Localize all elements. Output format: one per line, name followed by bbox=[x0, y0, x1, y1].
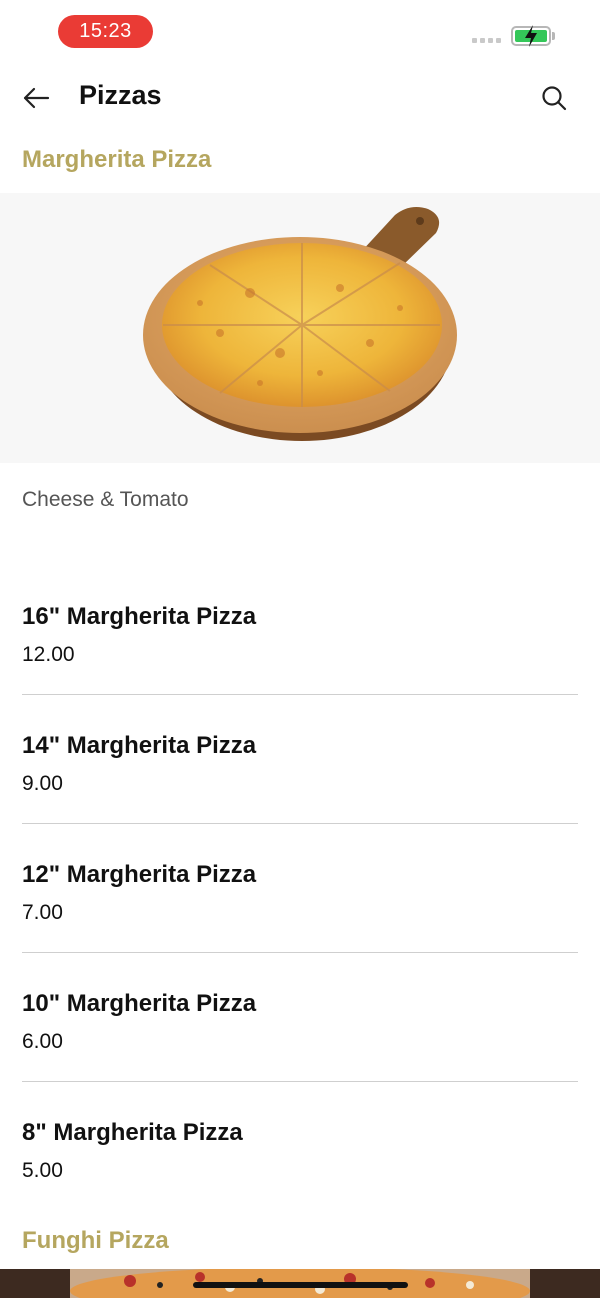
page-title: Pizzas bbox=[79, 80, 162, 110]
status-time: 15:23 bbox=[58, 15, 153, 48]
item-price: 12.00 bbox=[22, 643, 75, 666]
section-description: Cheese & Tomato bbox=[22, 488, 189, 511]
menu-item[interactable]: 10" Margherita Pizza 6.00 bbox=[22, 990, 578, 1119]
back-button[interactable] bbox=[16, 82, 56, 114]
item-price: 7.00 bbox=[22, 901, 63, 924]
menu-item[interactable]: 14" Margherita Pizza 9.00 bbox=[22, 732, 578, 861]
item-price: 6.00 bbox=[22, 1030, 63, 1053]
product-image[interactable] bbox=[0, 193, 600, 463]
menu-item[interactable]: 8" Margherita Pizza 5.00 bbox=[22, 1119, 578, 1209]
item-name: 10" Margherita Pizza bbox=[22, 990, 257, 1017]
divider bbox=[22, 694, 578, 695]
search-button[interactable] bbox=[536, 80, 572, 116]
item-name: 16" Margherita Pizza bbox=[22, 603, 257, 630]
app-bar: Pizzas bbox=[0, 62, 600, 132]
item-name: 8" Margherita Pizza bbox=[22, 1119, 243, 1146]
status-bar: 15:23 bbox=[0, 0, 600, 62]
item-price: 9.00 bbox=[22, 772, 63, 795]
section-title-margherita: Margherita Pizza bbox=[22, 146, 212, 173]
menu-item[interactable]: 12" Margherita Pizza 7.00 bbox=[22, 861, 578, 990]
battery-nub bbox=[552, 32, 555, 40]
charging-bolt-icon bbox=[525, 25, 537, 47]
item-price: 5.00 bbox=[22, 1159, 63, 1182]
menu-item[interactable]: 16" Margherita Pizza 12.00 bbox=[22, 603, 578, 732]
divider bbox=[22, 823, 578, 824]
signal-icon bbox=[472, 38, 501, 43]
divider bbox=[22, 952, 578, 953]
item-name: 12" Margherita Pizza bbox=[22, 861, 257, 888]
section-title-funghi: Funghi Pizza bbox=[22, 1227, 169, 1254]
pizza-image bbox=[143, 207, 457, 441]
arrow-left-icon bbox=[23, 87, 50, 109]
item-name: 14" Margherita Pizza bbox=[22, 732, 257, 759]
home-indicator[interactable] bbox=[193, 1282, 408, 1288]
search-icon bbox=[542, 86, 567, 111]
divider bbox=[22, 1081, 578, 1082]
